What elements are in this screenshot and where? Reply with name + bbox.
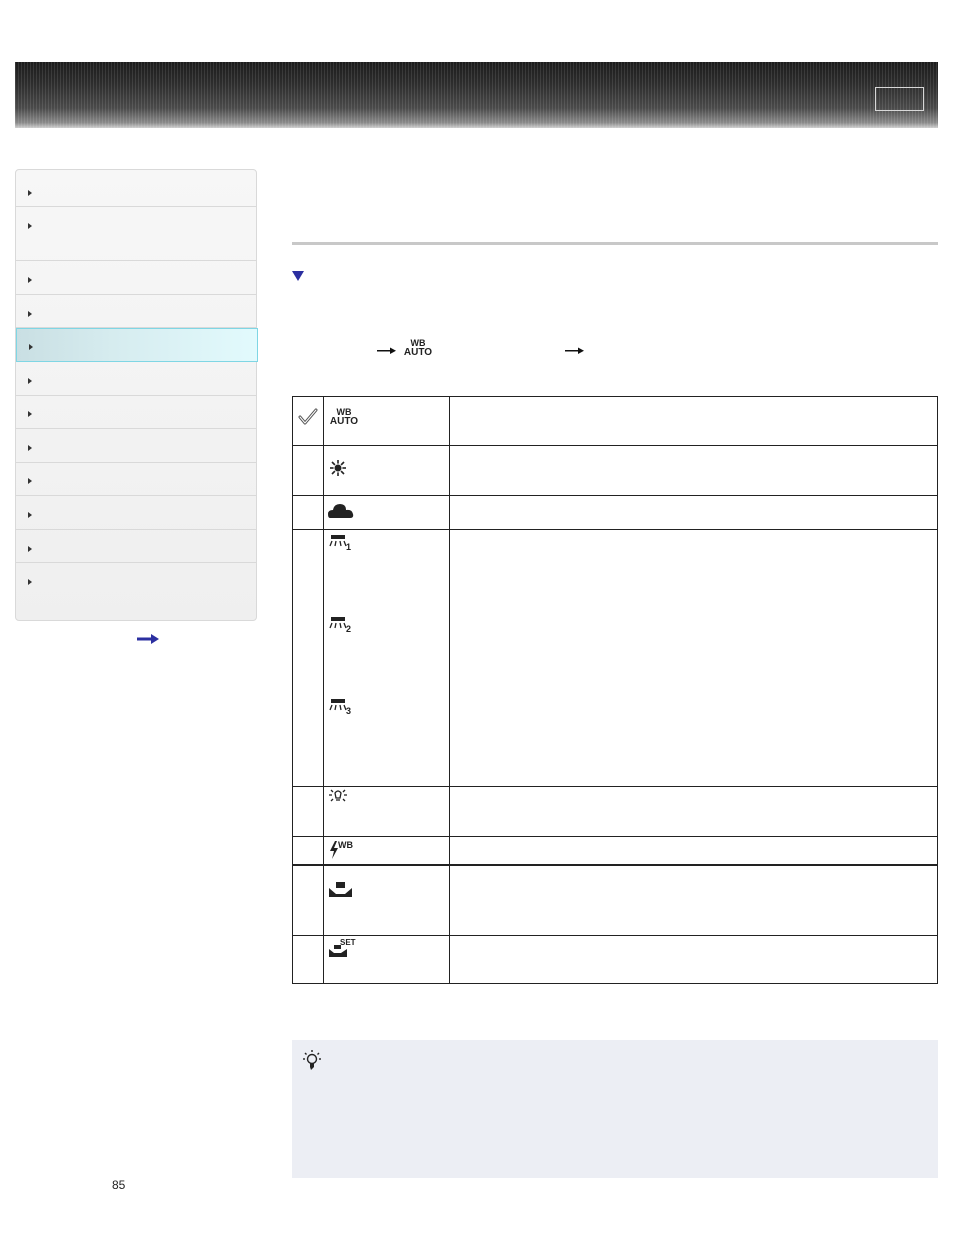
table-cell-check — [292, 529, 324, 787]
table-cell-check — [292, 445, 324, 496]
section-toggle-icon[interactable] — [292, 271, 304, 281]
table-cell-icon: SET — [323, 935, 450, 984]
table-cell-description — [449, 396, 938, 446]
table-cell-description — [449, 495, 938, 530]
sidebar-item-6[interactable] — [16, 362, 256, 396]
checkmark-icon — [298, 408, 318, 425]
incandescent-icon — [329, 789, 347, 802]
custom-wb-set-text: SET — [340, 938, 356, 947]
sidebar-item-12[interactable] — [16, 563, 256, 620]
page-number: 85 — [112, 1178, 126, 1192]
table-cell-description — [449, 786, 938, 837]
table-cell-check — [292, 786, 324, 837]
arrow-right-icon[interactable] — [137, 634, 159, 644]
svg-text:1: 1 — [346, 542, 351, 552]
chevron-right-icon — [28, 579, 32, 585]
svg-text:2: 2 — [346, 624, 351, 634]
lightbulb-icon — [303, 1050, 321, 1070]
table-cell-icon — [323, 786, 450, 837]
sidebar-item-7[interactable] — [16, 396, 256, 429]
svg-text:3: 3 — [346, 706, 351, 716]
wb-auto-icon-bottom: AUTO — [403, 347, 433, 358]
table-row — [292, 445, 938, 496]
fluorescent-2-icon: 2 — [329, 617, 351, 634]
table-cell-check — [292, 396, 324, 446]
chevron-right-icon — [28, 277, 32, 283]
custom-wb-icon — [329, 881, 352, 897]
table-cell-icon — [323, 495, 450, 530]
daylight-icon — [330, 460, 346, 476]
table-cell-check — [292, 495, 324, 530]
arrow-right-icon — [377, 347, 396, 354]
custom-wb-set-icon: SET — [324, 936, 449, 982]
flash-wb-icon-text: WB — [338, 840, 353, 850]
sidebar-item-11[interactable] — [16, 530, 256, 563]
sidebar-nav — [15, 169, 258, 621]
table-cell-check — [292, 864, 324, 936]
table-cell-description — [449, 935, 938, 984]
sidebar-item-8[interactable] — [16, 429, 256, 463]
table-cell-description — [449, 529, 938, 787]
chevron-right-icon — [28, 478, 32, 484]
chevron-right-icon — [28, 512, 32, 518]
sidebar-item-9[interactable] — [16, 463, 256, 496]
table-cell-icon — [323, 445, 450, 496]
chevron-right-icon — [28, 378, 32, 384]
table-cell-icon: 1 2 3 — [323, 529, 450, 787]
fluorescent-3-icon: 3 — [329, 699, 351, 716]
table-row — [292, 495, 938, 530]
arrow-right-icon — [565, 347, 584, 354]
sidebar-item-1[interactable] — [16, 170, 256, 207]
white-balance-table: WB AUTO 1 2 3 WB SET — [292, 396, 938, 984]
table-row: 1 2 3 — [292, 529, 938, 787]
table-cell-description — [449, 864, 938, 936]
sidebar-item-4[interactable] — [16, 295, 256, 328]
sidebar-item-5-active[interactable] — [16, 328, 258, 362]
sidebar-item-2[interactable] — [16, 207, 256, 261]
table-row: SET — [292, 935, 938, 984]
title-divider — [292, 242, 938, 245]
table-row — [292, 786, 938, 837]
chevron-right-icon — [28, 445, 32, 451]
table-cell-icon: WB AUTO — [323, 396, 450, 446]
table-cell-description — [449, 836, 938, 865]
chevron-right-icon — [28, 411, 32, 417]
wb-auto-icon-bottom: AUTO — [329, 416, 359, 427]
flash-wb-icon: WB — [324, 837, 449, 863]
cloudy-icon — [328, 504, 354, 518]
chevron-right-icon — [29, 344, 33, 350]
table-row: WB — [292, 836, 938, 865]
sidebar-item-3[interactable] — [16, 261, 256, 295]
header-banner — [15, 62, 938, 128]
chevron-right-icon — [28, 546, 32, 552]
tip-box — [292, 1040, 938, 1178]
fluorescent-1-icon: 1 — [329, 535, 351, 552]
wb-auto-icon: WB AUTO — [402, 339, 434, 359]
table-row — [292, 864, 938, 936]
header-button[interactable] — [875, 87, 924, 111]
table-row: WB AUTO — [292, 396, 938, 446]
table-cell-description — [449, 445, 938, 496]
chevron-right-icon — [28, 190, 32, 196]
chevron-right-icon — [28, 223, 32, 229]
table-cell-icon: WB — [323, 836, 450, 865]
wb-auto-icon: WB AUTO — [329, 408, 359, 427]
table-cell-icon — [323, 864, 450, 936]
table-cell-check — [292, 836, 324, 865]
fluorescent-icons: 1 2 3 — [324, 530, 449, 785]
chevron-right-icon — [28, 311, 32, 317]
sidebar-item-10[interactable] — [16, 496, 256, 530]
table-cell-check — [292, 935, 324, 984]
